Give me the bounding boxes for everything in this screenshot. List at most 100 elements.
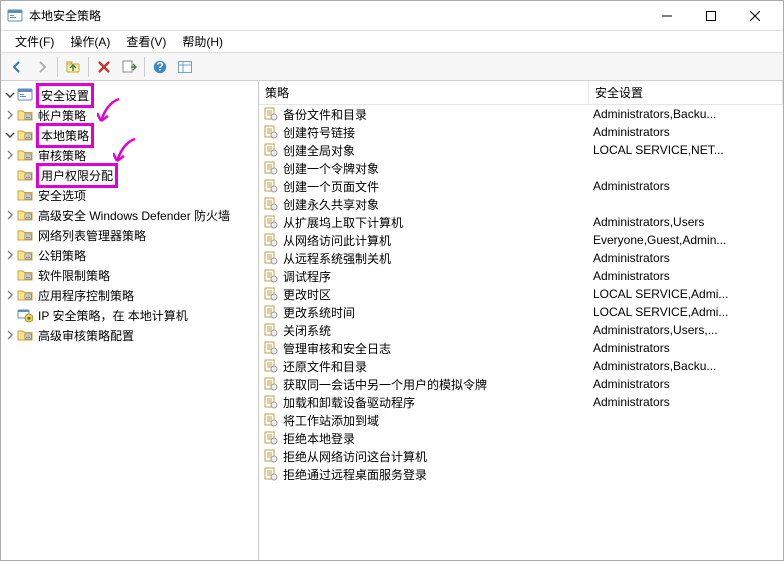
policy-row[interactable]: 调试程序Administrators xyxy=(259,267,783,285)
help-button[interactable]: ? xyxy=(148,55,172,79)
col-setting[interactable]: 安全设置 xyxy=(589,81,783,104)
tree-pane[interactable]: 安全设置帐户策略本地策略审核策略用户权限分配安全选项高级安全 Windows D… xyxy=(1,81,259,560)
policy-row[interactable]: 获取同一会话中另一个用户的模拟令牌Administrators xyxy=(259,375,783,393)
tree-toggle-icon[interactable] xyxy=(3,148,17,162)
policy-name: 从远程系统强制关机 xyxy=(283,250,593,267)
folder-icon xyxy=(17,227,33,243)
policy-row[interactable]: 管理审核和安全日志Administrators xyxy=(259,339,783,357)
policy-row[interactable]: 更改系统时间LOCAL SERVICE,Admi... xyxy=(259,303,783,321)
menu-file[interactable]: 文件(F) xyxy=(7,31,62,52)
tree-toggle-icon[interactable] xyxy=(3,328,17,342)
policy-icon xyxy=(263,268,279,284)
policy-setting: Administrators xyxy=(593,251,783,265)
tree-item[interactable]: 安全选项 xyxy=(1,185,258,205)
folder-icon xyxy=(17,187,33,203)
tree-item[interactable]: 用户权限分配 xyxy=(1,165,258,185)
policy-row[interactable]: 从扩展坞上取下计算机Administrators,Users xyxy=(259,213,783,231)
menu-help[interactable]: 帮助(H) xyxy=(174,31,231,52)
menu-view[interactable]: 查看(V) xyxy=(118,31,174,52)
tree-item[interactable]: 网络列表管理器策略 xyxy=(1,225,258,245)
forward-button[interactable] xyxy=(30,55,54,79)
tree-toggle-icon[interactable] xyxy=(3,108,17,122)
policy-setting: Administrators,Backu... xyxy=(593,107,783,121)
tree-toggle-icon[interactable] xyxy=(3,288,17,302)
policy-row[interactable]: 创建一个令牌对象 xyxy=(259,159,783,177)
list-pane[interactable]: 策略 安全设置 备份文件和目录Administrators,Backu...创建… xyxy=(259,81,783,560)
policy-name: 更改时区 xyxy=(283,286,593,303)
policy-name: 获取同一会话中另一个用户的模拟令牌 xyxy=(283,376,593,393)
list-header: 策略 安全设置 xyxy=(259,81,783,105)
details-button[interactable] xyxy=(173,55,197,79)
policy-row[interactable]: 创建一个页面文件Administrators xyxy=(259,177,783,195)
tree-root[interactable]: 安全设置 xyxy=(1,85,258,105)
tree-item[interactable]: 软件限制策略 xyxy=(1,265,258,285)
policy-row[interactable]: 拒绝从网络访问这台计算机 xyxy=(259,447,783,465)
tree-toggle-icon[interactable] xyxy=(3,208,17,222)
tree-toggle-icon[interactable] xyxy=(3,248,17,262)
title-bar: 本地安全策略 xyxy=(1,1,783,31)
toolbar-sep-3 xyxy=(144,57,145,77)
tree-item[interactable]: 应用程序控制策略 xyxy=(1,285,258,305)
folder-icon xyxy=(17,307,33,323)
policy-row[interactable]: 拒绝本地登录 xyxy=(259,429,783,447)
tree-item-label: 本地策略 xyxy=(36,123,94,148)
policy-name: 加载和卸载设备驱动程序 xyxy=(283,394,593,411)
export-button[interactable] xyxy=(117,55,141,79)
policy-icon xyxy=(263,394,279,410)
policy-row[interactable]: 创建符号链接Administrators xyxy=(259,123,783,141)
policy-icon xyxy=(263,430,279,446)
policy-name: 调试程序 xyxy=(283,268,593,285)
policy-setting: Administrators,Users,... xyxy=(593,323,783,337)
policy-row[interactable]: 创建永久共享对象 xyxy=(259,195,783,213)
folder-icon xyxy=(17,127,33,143)
policy-row[interactable]: 将工作站添加到域 xyxy=(259,411,783,429)
tree-item-label: 安全选项 xyxy=(36,186,88,205)
policy-name: 管理审核和安全日志 xyxy=(283,340,593,357)
policy-row[interactable]: 从远程系统强制关机Administrators xyxy=(259,249,783,267)
tree-item[interactable]: 高级安全 Windows Defender 防火墙 xyxy=(1,205,258,225)
policy-setting: LOCAL SERVICE,Admi... xyxy=(593,305,783,319)
policy-row[interactable]: 备份文件和目录Administrators,Backu... xyxy=(259,105,783,123)
policy-row[interactable]: 拒绝通过远程桌面服务登录 xyxy=(259,465,783,483)
policy-icon xyxy=(263,340,279,356)
policy-icon xyxy=(263,160,279,176)
tree-toggle-icon[interactable] xyxy=(3,128,17,142)
policy-row[interactable]: 更改时区LOCAL SERVICE,Admi... xyxy=(259,285,783,303)
minimize-button[interactable] xyxy=(645,2,689,30)
tree-item[interactable]: IP 安全策略，在 本地计算机 xyxy=(1,305,258,325)
policy-row[interactable]: 关闭系统Administrators,Users,... xyxy=(259,321,783,339)
policy-name: 从网络访问此计算机 xyxy=(283,232,593,249)
back-button[interactable] xyxy=(5,55,29,79)
tree-item[interactable]: 本地策略 xyxy=(1,125,258,145)
policy-setting: Administrators,Backu... xyxy=(593,359,783,373)
tree-item-label: 应用程序控制策略 xyxy=(36,286,136,305)
policy-setting: Administrators xyxy=(593,179,783,193)
tree-toggle-icon[interactable] xyxy=(3,88,17,102)
policy-row[interactable]: 还原文件和目录Administrators,Backu... xyxy=(259,357,783,375)
policy-row[interactable]: 加载和卸载设备驱动程序Administrators xyxy=(259,393,783,411)
tree-item-label: 高级审核策略配置 xyxy=(36,326,136,345)
svg-text:?: ? xyxy=(156,59,163,73)
policy-setting: Administrators xyxy=(593,341,783,355)
tree-root-label: 安全设置 xyxy=(36,83,94,108)
policy-icon xyxy=(263,466,279,482)
policy-icon xyxy=(263,358,279,374)
policy-icon xyxy=(263,178,279,194)
tree-item[interactable]: 高级审核策略配置 xyxy=(1,325,258,345)
folder-icon xyxy=(17,147,33,163)
delete-button[interactable] xyxy=(92,55,116,79)
tree-item-label: 公钥策略 xyxy=(36,246,88,265)
policy-icon xyxy=(263,106,279,122)
up-button[interactable] xyxy=(61,55,85,79)
maximize-button[interactable] xyxy=(689,2,733,30)
close-button[interactable] xyxy=(733,2,777,30)
policy-row[interactable]: 创建全局对象LOCAL SERVICE,NET... xyxy=(259,141,783,159)
menu-action[interactable]: 操作(A) xyxy=(62,31,118,52)
tree-item[interactable]: 公钥策略 xyxy=(1,245,258,265)
policy-icon xyxy=(263,196,279,212)
policy-name: 创建一个页面文件 xyxy=(283,178,593,195)
policy-row[interactable]: 从网络访问此计算机Everyone,Guest,Admin... xyxy=(259,231,783,249)
policy-name: 备份文件和目录 xyxy=(283,106,593,123)
col-policy[interactable]: 策略 xyxy=(259,81,589,104)
tree-item-label: 软件限制策略 xyxy=(36,266,112,285)
